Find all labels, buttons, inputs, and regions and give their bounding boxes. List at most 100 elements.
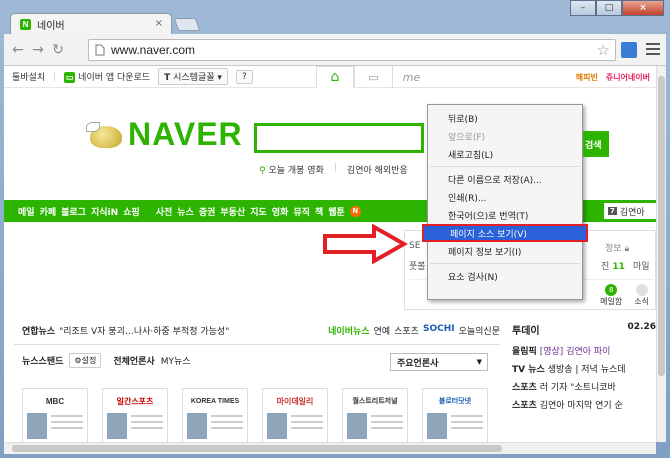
menu-separator: [430, 166, 580, 167]
naver-logo[interactable]: NAVER: [86, 116, 243, 153]
entertainment-link[interactable]: 연예: [374, 324, 391, 337]
today-item[interactable]: 스포츠 김연아 마지막 연기 순: [512, 398, 623, 411]
helmet-icon: [86, 120, 126, 150]
press-card[interactable]: 일간스포츠: [102, 388, 168, 442]
nav-stock[interactable]: 증권: [199, 205, 216, 218]
news-headline[interactable]: "리조트 V자 붕괴…나사·하중 부적정 가능성": [59, 324, 229, 337]
rank-badge: 7: [608, 207, 617, 215]
junior-link[interactable]: 쥬니어네이버: [606, 72, 650, 83]
today-item[interactable]: 스포츠 러 기자 "소트니코바: [512, 380, 616, 393]
nso-icon[interactable]: N: [349, 205, 361, 217]
extension-icon[interactable]: [621, 42, 637, 58]
search-button-label: 검색: [585, 140, 602, 151]
mailbox-shortcut[interactable]: 8 메일함: [600, 284, 622, 307]
nav-realestate[interactable]: 부동산: [220, 205, 245, 218]
naver-news-link[interactable]: 네이버뉴스: [328, 324, 369, 337]
press-card[interactable]: 블로터닷넷: [422, 388, 488, 442]
nav-map[interactable]: 지도: [250, 205, 267, 218]
close-window-button[interactable]: ×: [622, 0, 664, 16]
font-icon: T: [164, 73, 171, 83]
press-card[interactable]: 마이데일리: [262, 388, 328, 442]
press-thumbnail: [347, 413, 367, 439]
address-url: www.naver.com: [111, 43, 196, 57]
tab-close-icon[interactable]: ×: [155, 18, 163, 29]
app-download-link[interactable]: ▭ 네이버 앱 다운로드: [64, 70, 150, 83]
sochi-link[interactable]: SOCHI: [423, 324, 455, 337]
today-paper-link[interactable]: 오늘의신문: [459, 324, 500, 337]
new-tab-button[interactable]: [173, 18, 201, 31]
nav-music[interactable]: 뮤직: [293, 205, 310, 218]
news-brand[interactable]: 연합뉴스: [22, 324, 55, 337]
me-icon[interactable]: me: [392, 66, 430, 88]
news-ticker: 연합뉴스 "리조트 V자 붕괴…나사·하중 부적정 가능성" 네이버뉴스 연예 …: [22, 322, 500, 338]
nav-webtoon[interactable]: 웹툰: [328, 205, 345, 218]
maximize-button[interactable]: □: [596, 0, 622, 16]
menu-page-info[interactable]: 페이지 정보 보기(I): [428, 242, 582, 260]
today-item[interactable]: 올림픽 [영상] 김연아 파이: [512, 344, 610, 357]
menu-reload[interactable]: 새로고침(L): [428, 145, 582, 163]
horizontal-scrollbar[interactable]: [4, 442, 656, 454]
nav-shopping[interactable]: 쇼핑: [123, 205, 140, 218]
today-category: 스포츠: [512, 401, 537, 411]
theme-icon[interactable]: ▭: [354, 66, 392, 88]
home-icon[interactable]: ⌂: [316, 66, 354, 88]
all-press-tab[interactable]: 전체언론사: [113, 354, 154, 367]
press-card[interactable]: MBC: [22, 388, 88, 442]
search-icon: ⚲: [259, 166, 266, 176]
search-input[interactable]: [254, 123, 424, 153]
nav-mail[interactable]: 메일: [18, 205, 35, 218]
scroll-thumb[interactable]: [658, 76, 665, 376]
nav-blog[interactable]: 블로그: [61, 205, 86, 218]
reload-icon[interactable]: ↻: [48, 40, 68, 60]
menu-translate[interactable]: 한국어(으)로 번역(T): [428, 206, 582, 224]
press-logo: 월스트리트저널: [352, 398, 398, 405]
nav-cafe[interactable]: 카페: [40, 205, 57, 218]
font-select-button[interactable]: T 시스템글꼴 ▾: [158, 68, 228, 85]
tab-naver[interactable]: N 네이버 ×: [10, 13, 172, 34]
today-item[interactable]: TV 뉴스 생방송 | 저녁 뉴스데: [512, 362, 626, 375]
back-icon[interactable]: ←: [8, 40, 28, 60]
browser-window: N 네이버 × – □ × ← → ↻ www.naver.com ☆ 툴바설치…: [0, 0, 670, 458]
press-card[interactable]: KOREA TIMES: [182, 388, 248, 442]
menu-inspect[interactable]: 요소 검사(N): [428, 267, 582, 285]
nav-news[interactable]: 뉴스: [177, 205, 194, 218]
hot-keyword-label: 오늘 개봉 영화: [268, 166, 324, 176]
news-icon: [635, 284, 648, 296]
address-bar[interactable]: www.naver.com ☆: [88, 39, 616, 61]
bookmark-star-icon[interactable]: ☆: [597, 41, 610, 59]
newsstand-settings-button[interactable]: ⚙설정: [69, 353, 102, 368]
minimize-button[interactable]: –: [570, 0, 596, 16]
news-shortcut[interactable]: 소식: [634, 284, 649, 307]
today-category: TV 뉴스: [512, 365, 545, 375]
menu-print[interactable]: 인쇄(R)...: [428, 188, 582, 206]
press-select-value: 주요언론사: [397, 358, 439, 369]
press-thumbnail: [187, 413, 207, 439]
news-links: 네이버뉴스 연예 스포츠 SOCHI 오늘의신문: [328, 324, 500, 337]
nav-kin[interactable]: 지식iN: [91, 205, 118, 218]
scroll-thumb[interactable]: [12, 445, 502, 452]
nav-dictionary[interactable]: 사전: [156, 205, 173, 218]
my-news-tab[interactable]: MY뉴스: [161, 354, 191, 367]
toolbar-install-link[interactable]: 툴바설치: [12, 70, 45, 83]
menu-forward[interactable]: 앞으로(F): [428, 127, 582, 145]
hot-keyword[interactable]: 김연아 해외반응: [347, 163, 408, 176]
realtime-keyword[interactable]: 7 김연아: [604, 203, 656, 219]
vertical-scrollbar[interactable]: [656, 66, 666, 442]
hot-keyword[interactable]: ⚲ 오늘 개봉 영화: [259, 163, 324, 176]
chrome-menu-icon[interactable]: [646, 41, 660, 57]
press-card[interactable]: 월스트리트저널: [342, 388, 408, 442]
utility-bar: 툴바설치 | ▭ 네이버 앱 다운로드 T 시스템글꼴 ▾ ? ⌂ ▭ me 해피…: [4, 66, 656, 88]
press-select[interactable]: 주요언론사 ▼: [390, 353, 488, 371]
info-link[interactable]: 정보 🔒︎: [605, 241, 629, 254]
menu-back[interactable]: 뒤로(B): [428, 109, 582, 127]
sports-link[interactable]: 스포츠: [394, 324, 419, 337]
nav-book[interactable]: 책: [315, 205, 323, 218]
help-button[interactable]: ?: [235, 69, 253, 84]
forward-icon[interactable]: →: [28, 40, 48, 60]
happybean-link[interactable]: 해피빈: [576, 72, 598, 83]
nav-movie[interactable]: 영화: [272, 205, 289, 218]
menu-save-as[interactable]: 다른 이름으로 저장(A)...: [428, 170, 582, 188]
search-button[interactable]: 검색: [583, 131, 609, 157]
press-thumbnail: [27, 413, 47, 439]
menu-view-source[interactable]: 페이지 소스 보기(V): [422, 224, 588, 242]
